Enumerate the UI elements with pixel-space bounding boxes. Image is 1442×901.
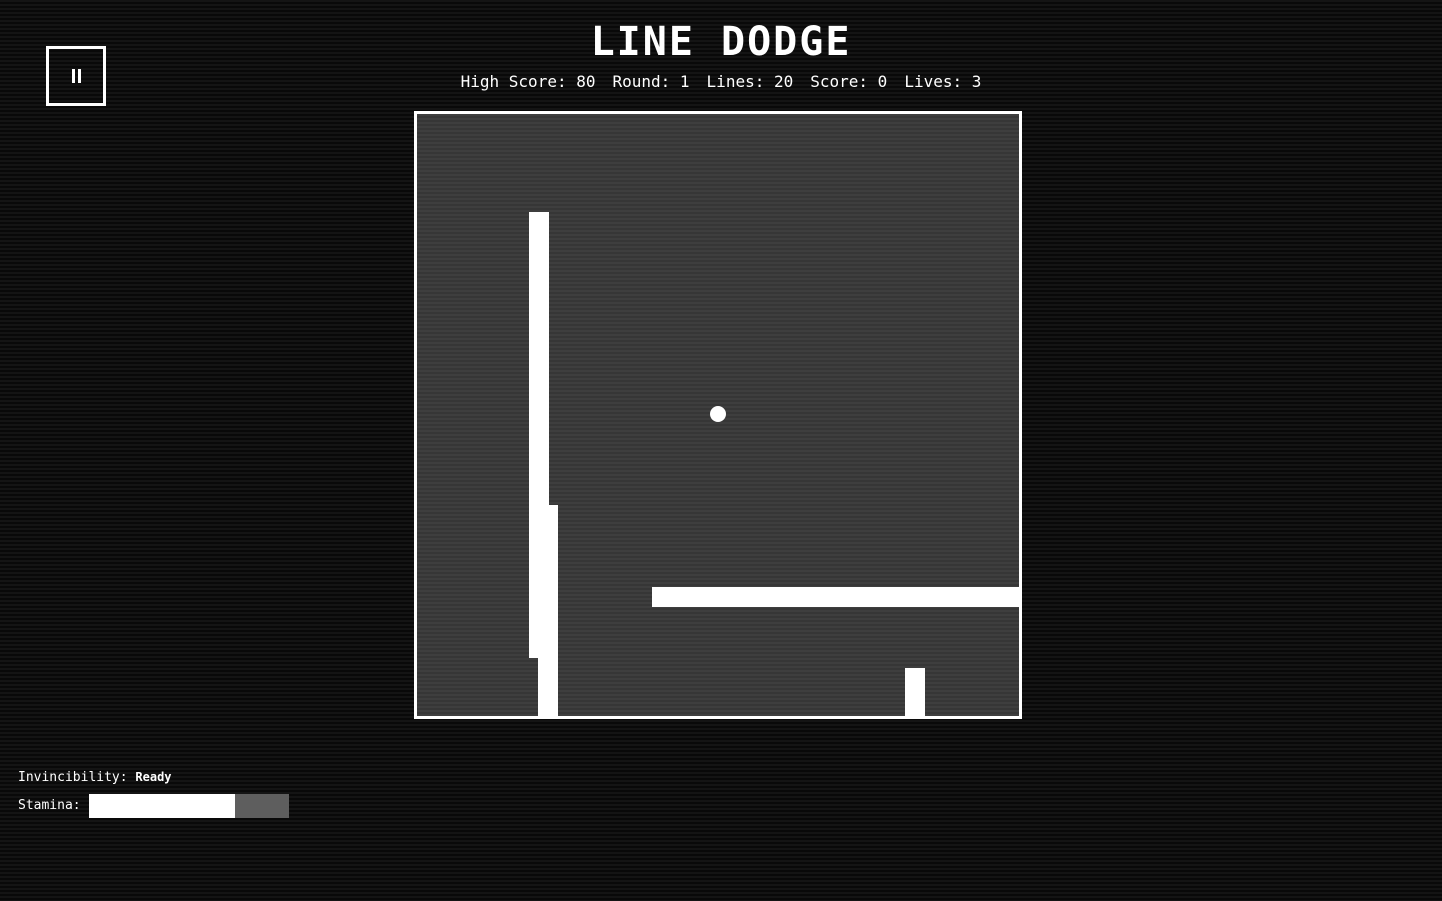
invincibility-value: Ready [135, 770, 172, 784]
game-arena[interactable] [414, 111, 1022, 719]
lives-counter: Lives: 3 [904, 72, 982, 91]
stamina-meter: Stamina: [18, 794, 289, 818]
stamina-fill [88, 794, 235, 818]
vertical-line [905, 668, 925, 716]
round-counter: Round: 1 [612, 72, 690, 91]
player-ball [710, 406, 726, 422]
game-title: LINE DODGE [590, 19, 852, 65]
lines-counter: Lines: 20 [706, 72, 794, 91]
invincibility-status: Invincibility: Ready [18, 769, 172, 786]
high-score: High Score: 80 [460, 72, 596, 91]
score-counter: Score: 0 [810, 72, 888, 91]
vertical-line [538, 505, 558, 716]
horizontal-line [652, 587, 1019, 607]
stats-bar: High Score: 80 Round: 1 Lines: 20 Score:… [0, 72, 1442, 92]
invincibility-label: Invincibility: [18, 770, 128, 785]
stamina-label: Stamina: [18, 798, 81, 813]
stamina-bar [88, 794, 289, 818]
